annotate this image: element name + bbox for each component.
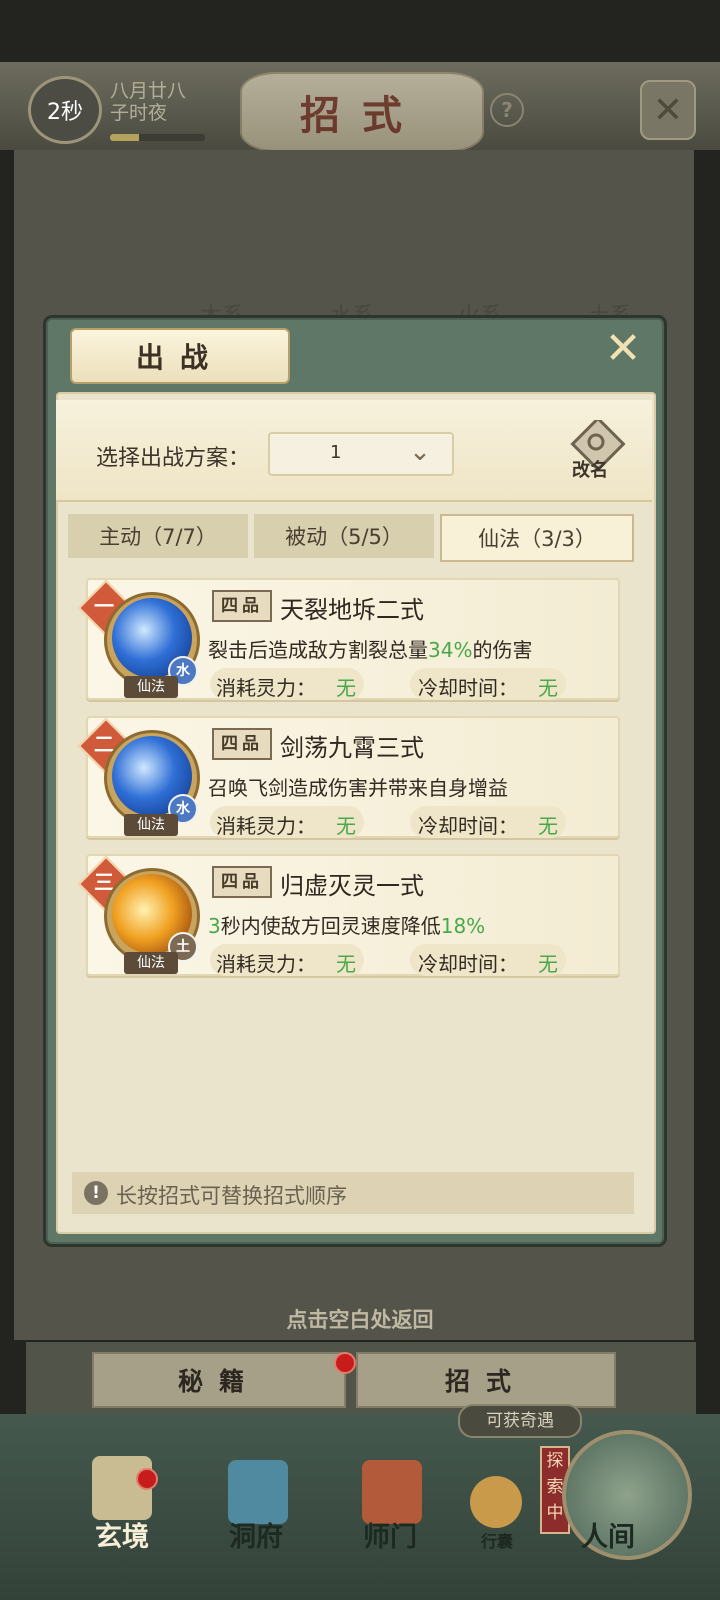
help-icon[interactable]: ? xyxy=(490,93,524,127)
chevron-down-icon[interactable]: ⌄ xyxy=(402,434,438,470)
skill-name: 天裂地坼二式 xyxy=(280,596,424,624)
nav-xingnang[interactable]: 行囊 xyxy=(452,1528,542,1552)
cost-label: 消耗灵力： xyxy=(216,814,316,838)
nav-dongfu[interactable]: 洞府 xyxy=(206,1515,306,1554)
desc-text: 秒内使敌方回灵速度降低 xyxy=(220,914,441,938)
cost-value: 无 xyxy=(336,676,356,700)
notification-dot xyxy=(136,1468,158,1490)
bag-icon xyxy=(470,1476,522,1528)
skill-description: 3秒内使敌方回灵速度降低18% xyxy=(208,910,485,939)
tab-techniques[interactable]: 招式 xyxy=(356,1352,616,1408)
day-progress-fill xyxy=(110,134,139,141)
close-icon[interactable]: ✕ xyxy=(640,80,696,140)
desc-value: 3 xyxy=(208,914,221,938)
skill-grade: 四品 xyxy=(212,866,272,898)
nav-xuanjing[interactable]: 玄境 xyxy=(72,1515,172,1554)
nav-shimen[interactable]: 师门 xyxy=(340,1515,440,1554)
desc-text: 召唤飞剑造成伤害并带来自身增益 xyxy=(208,776,508,800)
day-progress-bar xyxy=(110,134,205,141)
panel-title: 出战 xyxy=(70,328,290,384)
page-title: 招式 xyxy=(240,72,484,152)
tab-secret-manuals[interactable]: 秘籍 xyxy=(92,1352,346,1408)
cost-label: 消耗灵力： xyxy=(216,952,316,976)
cooldown-value: 无 xyxy=(538,814,558,838)
desc-value: 34% xyxy=(428,638,473,662)
tab-immortal-arts[interactable]: 仙法（3/3） xyxy=(440,514,634,562)
scheme-value: 1 xyxy=(330,442,342,463)
game-date: 八月廿八 子时夜 xyxy=(110,80,186,124)
cooldown-label: 冷却时间： xyxy=(418,676,518,700)
timer-badge: 2秒 xyxy=(28,76,102,144)
desc-text-end: 的伤害 xyxy=(472,638,533,662)
tab-active-skills[interactable]: 主动（7/7） xyxy=(68,514,248,558)
tab-passive-skills[interactable]: 被动（5/5） xyxy=(254,514,434,558)
skill-description: 裂击后造成敌方割裂总量34%的伤害 xyxy=(208,634,532,663)
cost-label: 消耗灵力： xyxy=(216,676,316,700)
cooldown-value: 无 xyxy=(538,676,558,700)
skill-type-tag: 仙法 xyxy=(124,814,178,836)
cost-value: 无 xyxy=(336,952,356,976)
desc-value: 18% xyxy=(440,914,486,938)
skill-name: 归虚灭灵一式 xyxy=(280,872,424,900)
panel-close-icon[interactable]: ✕ xyxy=(600,326,646,372)
date-time: 子时夜 xyxy=(110,102,168,124)
cooldown-label: 冷却时间： xyxy=(418,814,518,838)
skill-name: 剑荡九霄三式 xyxy=(280,734,424,762)
cost-value: 无 xyxy=(336,814,356,838)
info-icon: ! xyxy=(84,1181,108,1205)
skill-grade: 四品 xyxy=(212,728,272,760)
cooldown-value: 无 xyxy=(538,952,558,976)
cooldown-label: 冷却时间： xyxy=(418,952,518,976)
back-hint[interactable]: 点击空白处返回 xyxy=(0,1304,720,1334)
tip-text: 长按招式可替换招式顺序 xyxy=(116,1184,347,1208)
skill-description: 召唤飞剑造成伤害并带来自身增益 xyxy=(208,772,508,801)
skill-type-tag: 仙法 xyxy=(124,952,178,974)
rename-label[interactable]: 改名 xyxy=(572,456,608,482)
encounter-label: 可获奇遇 xyxy=(458,1404,582,1438)
notification-dot xyxy=(334,1352,356,1374)
date-day: 八月廿八 xyxy=(110,80,187,102)
desc-text: 裂击后造成敌方割裂总量 xyxy=(208,638,428,662)
nav-renjian[interactable]: 人间 xyxy=(558,1515,658,1554)
scheme-label: 选择出战方案： xyxy=(96,446,251,471)
skill-type-tag: 仙法 xyxy=(124,676,178,698)
skill-grade: 四品 xyxy=(212,590,272,622)
